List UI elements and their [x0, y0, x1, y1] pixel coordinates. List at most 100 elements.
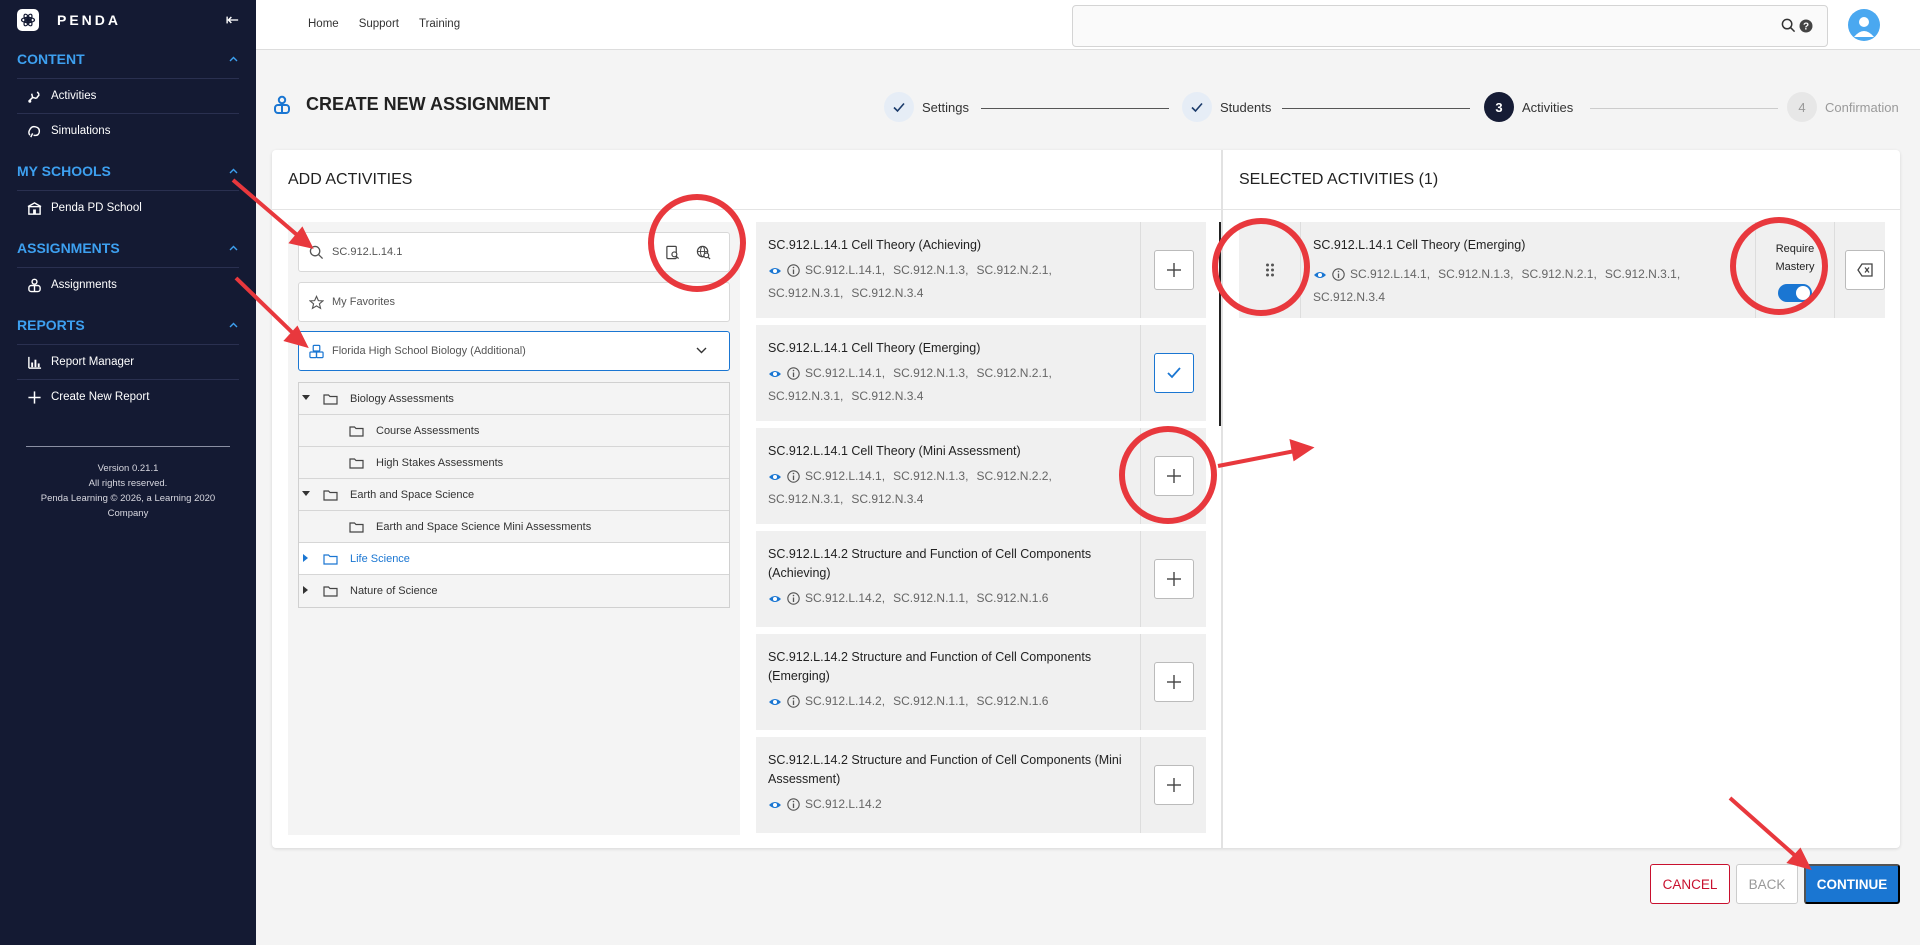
step-settings[interactable]: Settings: [884, 92, 969, 122]
caret-down-icon[interactable]: [301, 490, 317, 499]
tree-folder-course-assessments[interactable]: Course Assessments: [299, 415, 729, 447]
info-icon[interactable]: [787, 259, 800, 282]
search-value: SC.912.L.14.1: [332, 246, 403, 258]
sidebar-footer: Version 0.21.1 All rights reserved. Pend…: [0, 447, 256, 521]
info-icon[interactable]: [787, 587, 800, 610]
step-confirmation[interactable]: 4 Confirmation: [1787, 92, 1899, 122]
sidebar-section-assignments[interactable]: ASSIGNMENTS: [0, 229, 256, 267]
topbar: Home Support Training ?: [256, 0, 1920, 50]
add-activity-button[interactable]: [1153, 559, 1194, 599]
step-number: 4: [1787, 92, 1817, 122]
sidebar-section-reports[interactable]: REPORTS: [0, 306, 256, 344]
global-search-input[interactable]: ?: [1072, 5, 1828, 47]
caret-right-icon[interactable]: [301, 586, 317, 596]
chevron-up-icon[interactable]: [229, 320, 238, 331]
preview-eye-icon[interactable]: [1313, 263, 1327, 286]
folder-icon: [349, 521, 370, 533]
standard-tag: SC.912.N.1.6: [976, 694, 1049, 708]
preview-eye-icon[interactable]: [768, 793, 782, 816]
continue-button[interactable]: CONTINUE: [1804, 864, 1900, 904]
sidebar-item-label: Simulations: [51, 125, 111, 137]
tree-folder-earth-and-space-science-mini-assessments[interactable]: Earth and Space Science Mini Assessments: [299, 511, 729, 543]
tree-folder-nature-of-science[interactable]: Nature of Science: [299, 575, 729, 607]
search-icon[interactable]: [1781, 18, 1796, 33]
add-activity-button[interactable]: [1153, 662, 1194, 702]
preview-eye-icon[interactable]: [768, 690, 782, 713]
step-activities[interactable]: 3 Activities: [1484, 92, 1573, 122]
nav-training-link[interactable]: Training: [419, 18, 460, 30]
info-icon[interactable]: [787, 793, 800, 816]
add-activity-button[interactable]: [1153, 765, 1194, 805]
my-favorites-filter[interactable]: My Favorites: [298, 282, 730, 322]
search-document-icon[interactable]: [665, 245, 680, 260]
standard-tag: SC.912.N.1.1,: [893, 591, 969, 605]
svg-text:?: ?: [1803, 21, 1809, 32]
sidebar-section-my-schools[interactable]: MY SCHOOLS: [0, 152, 256, 190]
cancel-button[interactable]: CANCEL: [1650, 864, 1730, 904]
standard-tag: SC.912.N.3.4: [851, 389, 924, 403]
bar-chart-icon: [27, 355, 51, 370]
require-mastery-toggle[interactable]: [1778, 284, 1812, 302]
sidebar-item-simulations[interactable]: Simulations: [17, 113, 239, 148]
added-check-button[interactable]: [1153, 353, 1194, 393]
preview-eye-icon[interactable]: [768, 259, 782, 282]
star-icon: [309, 294, 324, 309]
search-globe-icon[interactable]: [696, 245, 711, 260]
step-label: Confirmation: [1825, 99, 1899, 115]
info-icon[interactable]: [1332, 263, 1345, 286]
sidebar-item-assignments[interactable]: Assignments: [17, 267, 239, 302]
sidebar-item-penda-pd-school[interactable]: Penda PD School: [17, 190, 239, 225]
version-text: Version 0.21.1: [97, 463, 159, 474]
nav-home-link[interactable]: Home: [308, 18, 339, 30]
collapse-sidebar-icon[interactable]: ⇤: [226, 10, 239, 30]
tree-folder-life-science[interactable]: Life Science: [299, 543, 729, 575]
sidebar-item-report-manager[interactable]: Report Manager: [17, 344, 239, 379]
sidebar-section-title: REPORTS: [17, 317, 85, 333]
chevron-up-icon[interactable]: [229, 166, 238, 177]
selected-activity-body: SC.912.L.14.1 Cell Theory (Emerging) SC.…: [1313, 236, 1713, 309]
activity-title: SC.912.L.14.1 Cell Theory (Mini Assessme…: [768, 444, 1021, 458]
sidebar-item-create-new-report[interactable]: Create New Report: [17, 379, 239, 414]
penda-logo-icon[interactable]: [17, 9, 39, 31]
caret-down-icon[interactable]: [301, 394, 317, 403]
drag-handle-icon[interactable]: [1239, 222, 1301, 318]
sidebar-section-content[interactable]: CONTENT: [0, 40, 256, 78]
info-icon[interactable]: [787, 362, 800, 385]
tree-folder-earth-and-space-science[interactable]: Earth and Space Science: [299, 479, 729, 511]
nav-support-link[interactable]: Support: [359, 18, 399, 30]
sidebar-item-activities[interactable]: Activities: [17, 78, 239, 113]
activity-tags: SC.912.L.14.1, SC.912.N.1.3, SC.912.N.2.1,…: [768, 259, 1128, 305]
sidebar-item-label: Report Manager: [51, 356, 135, 368]
remove-activity-button[interactable]: [1845, 250, 1885, 290]
tree-folder-label: Life Science: [350, 552, 410, 565]
help-icon[interactable]: ?: [1799, 19, 1813, 33]
info-icon[interactable]: [787, 690, 800, 713]
course-blocks-icon: [309, 344, 324, 358]
step-students[interactable]: Students: [1182, 92, 1271, 122]
step-label: Settings: [922, 99, 969, 115]
check-icon: [884, 92, 914, 122]
avatar[interactable]: [1848, 9, 1880, 41]
check-icon: [1166, 367, 1181, 379]
preview-eye-icon[interactable]: [768, 587, 782, 610]
tree-folder-biology-assessments[interactable]: Biology Assessments: [299, 383, 729, 415]
caret-right-icon[interactable]: [301, 553, 317, 564]
activity-action: [1140, 737, 1206, 833]
activity-card: SC.912.L.14.1 Cell Theory (Emerging) SC.9…: [756, 325, 1206, 421]
assignments-icon: [27, 278, 51, 293]
activity-card: SC.912.L.14.2 Structure and Function of …: [756, 737, 1206, 833]
course-select[interactable]: Florida High School Biology (Additional): [298, 331, 730, 371]
plus-icon: [1166, 572, 1181, 586]
back-button[interactable]: BACK: [1736, 864, 1798, 904]
chevron-up-icon[interactable]: [229, 243, 238, 254]
preview-eye-icon[interactable]: [768, 362, 782, 385]
activity-action: [1140, 222, 1206, 318]
activity-search-input[interactable]: SC.912.L.14.1: [298, 232, 730, 272]
info-icon[interactable]: [787, 465, 800, 488]
preview-eye-icon[interactable]: [768, 465, 782, 488]
add-activity-button[interactable]: [1153, 250, 1194, 290]
add-activity-button[interactable]: [1153, 456, 1194, 496]
chevron-up-icon[interactable]: [229, 54, 238, 65]
tree-folder-high-stakes-assessments[interactable]: High Stakes Assessments: [299, 447, 729, 479]
user-icon: [1854, 17, 1874, 37]
